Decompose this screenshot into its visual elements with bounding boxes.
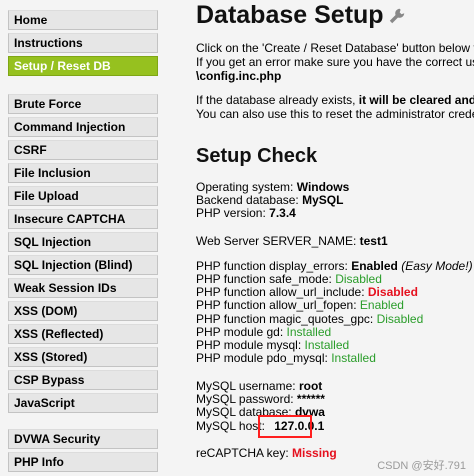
nav-item-home[interactable]: Home (8, 10, 158, 30)
nav-item-xss-stored[interactable]: XSS (Stored) (8, 347, 158, 367)
check-safe-mode: PHP function safe_mode: Disabled (196, 272, 382, 286)
nav-item-xss-dom[interactable]: XSS (DOM) (8, 301, 158, 321)
nav-item-sql-injection[interactable]: SQL Injection (8, 232, 158, 252)
check-allow-url-fopen: PHP function allow_url_fopen: Enabled (196, 298, 404, 312)
nav-item-file-inclusion[interactable]: File Inclusion (8, 163, 158, 183)
page-title: Database Setup (196, 1, 406, 30)
check-server-name: Web Server SERVER_NAME: test1 (196, 234, 388, 248)
nav-item-javascript[interactable]: JavaScript (8, 393, 158, 413)
check-php-version: PHP version: 7.3.4 (196, 206, 296, 220)
check-mysql-password: MySQL password: ****** (196, 392, 325, 406)
check-recaptcha: reCAPTCHA key: Missing (196, 446, 337, 460)
setup-check-heading: Setup Check (196, 145, 318, 167)
check-mysql-username: MySQL username: root (196, 379, 323, 393)
nav-item-csp-bypass[interactable]: CSP Bypass (8, 370, 158, 390)
nav-item-sql-injection-blind[interactable]: SQL Injection (Blind) (8, 255, 158, 275)
check-magic-quotes: PHP function magic_quotes_gpc: Disabled (196, 312, 424, 326)
check-display-errors: PHP function display_errors: Enabled (Ea… (196, 259, 473, 273)
nav-item-instructions[interactable]: Instructions (8, 33, 158, 53)
nav-item-csrf[interactable]: CSRF (8, 140, 158, 160)
nav-item-xss-reflected[interactable]: XSS (Reflected) (8, 324, 158, 344)
check-module-mysql: PHP module mysql: Installed (196, 338, 350, 352)
wrench-icon (389, 9, 404, 24)
nav-item-php-info[interactable]: PHP Info (8, 452, 158, 472)
nav-item-setup-reset-db[interactable]: Setup / Reset DB (8, 56, 158, 76)
check-allow-url-include: PHP function allow_url_include: Disabled (196, 285, 418, 299)
warning-line-1: If the database already exists, it will … (196, 93, 474, 107)
nav-item-command-injection[interactable]: Command Injection (8, 117, 158, 137)
nav-item-brute-force[interactable]: Brute Force (8, 94, 158, 114)
warning-line-2: You can also use this to reset the admin… (196, 107, 474, 121)
check-backend-db: Backend database: MySQL (196, 193, 344, 207)
config-file-path: \config.inc.php (196, 69, 282, 83)
watermark: CSDN @安好.791 (377, 460, 466, 472)
nav-item-weak-session-ids[interactable]: Weak Session IDs (8, 278, 158, 298)
nav-item-dvwa-security[interactable]: DVWA Security (8, 429, 158, 449)
nav-item-insecure-captcha[interactable]: Insecure CAPTCHA (8, 209, 158, 229)
check-module-gd: PHP module gd: Installed (196, 325, 332, 339)
sidebar-nav: Home Instructions Setup / Reset DB Brute Fo… (0, 0, 168, 476)
intro-line-1: Click on the 'Create / Reset Database' b… (196, 41, 474, 55)
check-module-pdo-mysql: PHP module pdo_mysql: Installed (196, 351, 376, 365)
main-content: Database Setup Click on the 'Create / Re… (194, 0, 474, 476)
intro-line-2: If you get an error make sure you have t… (196, 55, 474, 69)
check-os: Operating system: Windows (196, 180, 350, 194)
nav-item-file-upload[interactable]: File Upload (8, 186, 158, 206)
host-highlight-box (258, 415, 312, 438)
